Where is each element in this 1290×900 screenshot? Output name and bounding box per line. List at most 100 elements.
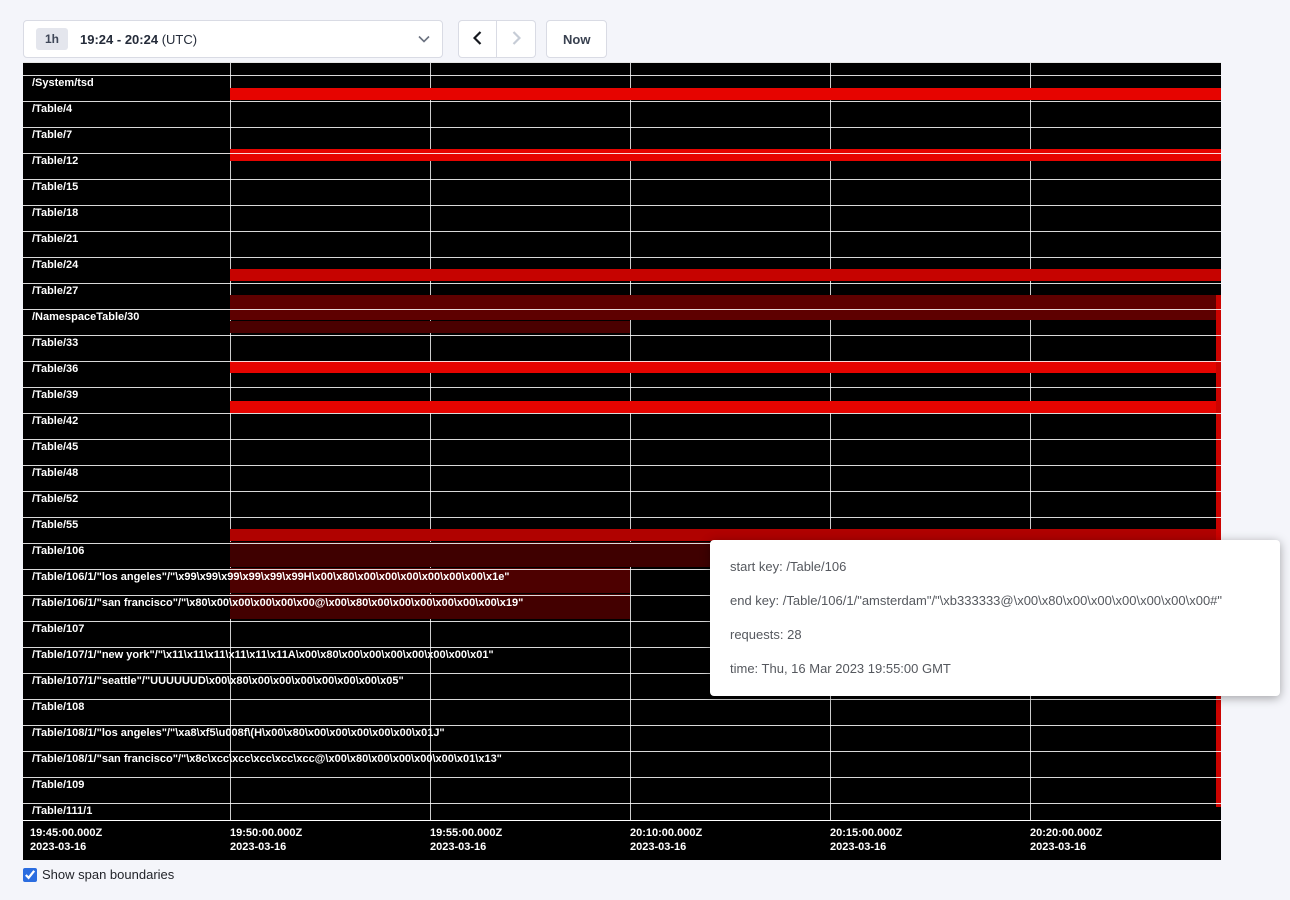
key-span-label: /Table/107/1/"new york"/"\x11\x11\x11\x1… <box>32 649 494 661</box>
time-range-selector[interactable]: 1h 19:24 - 20:24 (UTC) <box>23 20 443 58</box>
tooltip-time: time: Thu, 16 Mar 2023 19:55:00 GMT <box>730 652 1260 686</box>
span-boundary-line <box>23 517 1221 518</box>
span-boundary-line <box>23 699 1221 700</box>
span-boundary-line <box>23 725 1221 726</box>
key-span-label: /Table/39 <box>32 389 78 401</box>
span-boundary-line <box>23 439 1221 440</box>
key-span-label: /Table/107 <box>32 623 84 635</box>
key-span-label: /NamespaceTable/30 <box>32 311 139 323</box>
duration-badge: 1h <box>36 28 68 50</box>
key-span-label: /System/tsd <box>32 77 94 89</box>
key-span-label: /Table/55 <box>32 519 78 531</box>
tooltip-start-key: start key: /Table/106 <box>730 550 1260 584</box>
time-gridline <box>430 63 431 820</box>
key-span-label: /Table/36 <box>32 363 78 375</box>
axis-date: 2023-03-16 <box>230 840 302 854</box>
heat-band[interactable] <box>230 88 1221 100</box>
chevron-left-icon <box>473 31 482 48</box>
heat-band[interactable] <box>230 295 1221 320</box>
key-span-label: /Table/33 <box>32 337 78 349</box>
span-boundary-line <box>23 153 1221 154</box>
heat-band[interactable] <box>230 401 1221 413</box>
key-span-label: /Table/45 <box>32 441 78 453</box>
span-boundary-line <box>23 283 1221 284</box>
now-button[interactable]: Now <box>546 20 607 58</box>
key-span-label: /Table/106 <box>32 545 84 557</box>
axis-tick-label: 19:55:00.000Z2023-03-16 <box>430 826 502 854</box>
key-span-label: /Table/4 <box>32 103 72 115</box>
key-span-label: /Table/48 <box>32 467 78 479</box>
key-span-label: /Table/24 <box>32 259 78 271</box>
axis-time: 20:15:00.000Z <box>830 826 902 840</box>
time-gridline <box>1030 63 1031 820</box>
show-span-boundaries-control[interactable]: Show span boundaries <box>23 867 1290 882</box>
heat-band[interactable] <box>230 149 1221 161</box>
tooltip-requests: requests: 28 <box>730 618 1260 652</box>
show-span-boundaries-label: Show span boundaries <box>42 867 174 882</box>
key-span-label: /Table/27 <box>32 285 78 297</box>
heat-band[interactable] <box>230 321 630 333</box>
key-span-label: /Table/18 <box>32 207 78 219</box>
axis-tick-label: 19:50:00.000Z2023-03-16 <box>230 826 302 854</box>
axis-date: 2023-03-16 <box>630 840 702 854</box>
next-timeframe-button[interactable] <box>497 20 536 58</box>
key-span-label: /Table/12 <box>32 155 78 167</box>
time-gridline <box>830 63 831 820</box>
prev-timeframe-button[interactable] <box>458 20 497 58</box>
axis-tick-label: 19:45:00.000Z2023-03-16 <box>30 826 102 854</box>
chevron-down-icon <box>418 35 430 43</box>
axis-time: 20:10:00.000Z <box>630 826 702 840</box>
key-span-label: /Table/52 <box>32 493 78 505</box>
heat-band[interactable] <box>230 361 1221 373</box>
time-axis: 19:45:00.000Z2023-03-1619:50:00.000Z2023… <box>23 820 1221 860</box>
axis-date: 2023-03-16 <box>830 840 902 854</box>
span-boundary-line <box>23 231 1221 232</box>
key-span-label: /Table/108/1/"san francisco"/"\x8c\xcc\x… <box>32 753 502 765</box>
heat-band[interactable] <box>230 269 1221 281</box>
span-boundary-line <box>23 491 1221 492</box>
span-boundary-line <box>23 127 1221 128</box>
toolbar: 1h 19:24 - 20:24 (UTC) <box>0 0 1290 58</box>
chevron-right-icon <box>512 31 521 48</box>
axis-time: 19:50:00.000Z <box>230 826 302 840</box>
span-boundary-line <box>23 387 1221 388</box>
span-boundary-line <box>23 413 1221 414</box>
key-span-label: /Table/107/1/"seattle"/"UUUUUUD\x00\x80\… <box>32 675 404 687</box>
axis-date: 2023-03-16 <box>30 840 102 854</box>
span-boundary-line <box>23 803 1221 804</box>
span-boundary-line <box>23 751 1221 752</box>
axis-time: 19:45:00.000Z <box>30 826 102 840</box>
axis-time: 19:55:00.000Z <box>430 826 502 840</box>
key-span-label: /Table/111/1 <box>32 805 92 817</box>
axis-time: 20:20:00.000Z <box>1030 826 1102 840</box>
axis-tick-label: 20:15:00.000Z2023-03-16 <box>830 826 902 854</box>
time-nav-group <box>458 20 536 58</box>
heatmap-area[interactable]: /System/tsd/Table/4/Table/7/Table/12/Tab… <box>23 62 1221 820</box>
time-range-label: 19:24 - 20:24 (UTC) <box>80 32 197 47</box>
time-gridline <box>230 63 231 820</box>
span-boundary-line <box>23 75 1221 76</box>
span-boundary-line <box>23 205 1221 206</box>
key-span-label: /Table/108 <box>32 701 84 713</box>
show-span-boundaries-checkbox[interactable] <box>23 868 37 882</box>
key-visualizer-page: 1h 19:24 - 20:24 (UTC) <box>0 0 1290 882</box>
key-span-label: /Table/42 <box>32 415 78 427</box>
axis-date: 2023-03-16 <box>430 840 502 854</box>
time-range-text: 19:24 - 20:24 <box>80 32 158 47</box>
key-visualizer-canvas[interactable]: /System/tsd/Table/4/Table/7/Table/12/Tab… <box>23 62 1221 860</box>
axis-date: 2023-03-16 <box>1030 840 1102 854</box>
span-boundary-line <box>23 361 1221 362</box>
key-span-label: /Table/21 <box>32 233 78 245</box>
key-span-label: /Table/15 <box>32 181 78 193</box>
key-span-label: /Table/7 <box>32 129 72 141</box>
span-boundary-line <box>23 335 1221 336</box>
key-span-label: /Table/109 <box>32 779 84 791</box>
span-boundary-line <box>23 257 1221 258</box>
span-boundary-line <box>23 777 1221 778</box>
span-tooltip: start key: /Table/106 end key: /Table/10… <box>710 540 1280 696</box>
key-span-label: /Table/108/1/"los angeles"/"\xa8\xf5\u00… <box>32 727 445 739</box>
span-boundary-line <box>23 309 1221 310</box>
axis-tick-label: 20:20:00.000Z2023-03-16 <box>1030 826 1102 854</box>
span-boundary-line <box>23 179 1221 180</box>
time-gridline <box>630 63 631 820</box>
